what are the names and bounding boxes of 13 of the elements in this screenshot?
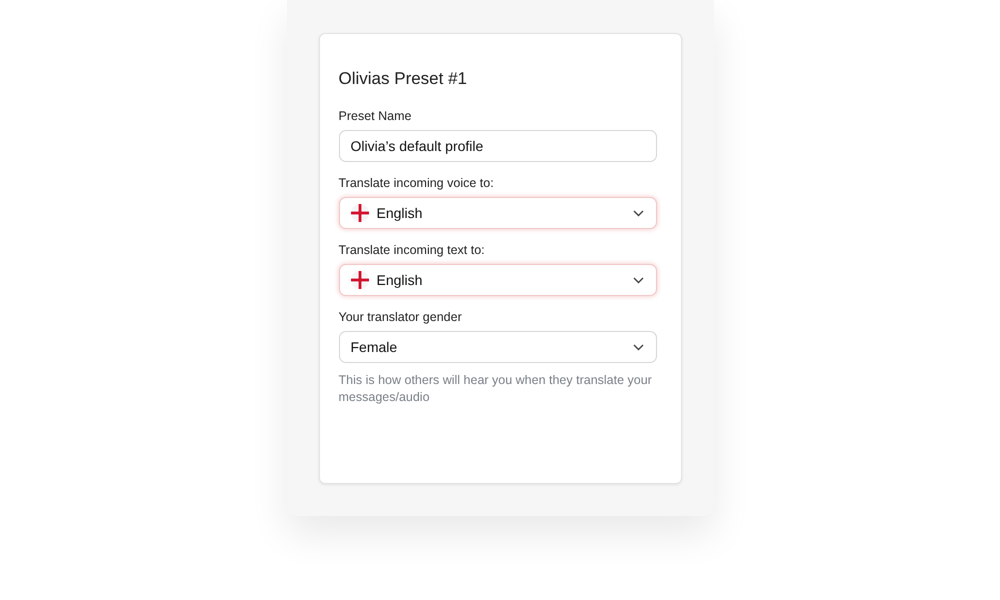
card-title: Olivias Preset #1 bbox=[338, 69, 468, 89]
field-label: Preset Name bbox=[338, 109, 412, 123]
helper-text: This is how others will hear you when they translate your messages/audio bbox=[338, 372, 653, 405]
field-label: Translate incoming text to: bbox=[338, 243, 486, 257]
field-label: Translate incoming voice to: bbox=[338, 176, 495, 190]
text-field[interactable]: Olivia’s default profile bbox=[338, 130, 656, 162]
dropdown[interactable]: Female bbox=[338, 331, 656, 363]
field-label: Your translator gender bbox=[338, 310, 463, 324]
dropdown[interactable]: English bbox=[338, 197, 656, 229]
chevron-down-icon bbox=[632, 210, 644, 216]
chevron-down-icon bbox=[632, 344, 644, 350]
chevron-down-icon bbox=[632, 276, 644, 284]
dropdown[interactable]: English bbox=[338, 264, 656, 296]
